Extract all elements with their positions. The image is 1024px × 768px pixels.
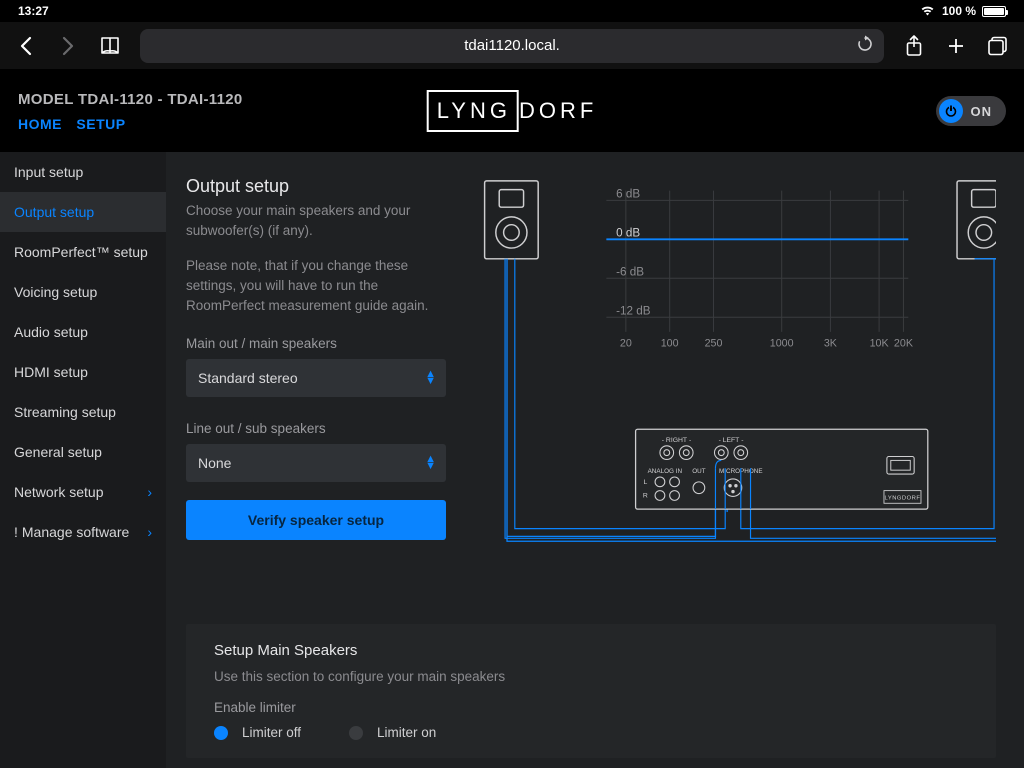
line-out-value: None: [198, 455, 231, 471]
main-out-label: Main out / main speakers: [186, 336, 446, 351]
status-bar: 13:27 100 %: [0, 0, 1024, 22]
sidebar-item-roomperfect-setup[interactable]: RoomPerfect™ setup: [0, 232, 166, 272]
reload-icon[interactable]: [856, 35, 874, 57]
svg-text:20K: 20K: [894, 337, 914, 349]
svg-text:1000: 1000: [770, 337, 794, 349]
line-out-select[interactable]: None ▲▼: [186, 444, 446, 482]
svg-text:- LEFT -: - LEFT -: [719, 437, 744, 444]
svg-text:-12 dB: -12 dB: [616, 304, 651, 317]
limiter-on-radio[interactable]: Limiter on: [349, 725, 436, 740]
amplifier-icon: - RIGHT - - LEFT - ANALOG IN OUT MICROPH…: [636, 429, 928, 509]
svg-text:6 dB: 6 dB: [616, 187, 640, 200]
sidebar: Input setup Output setup RoomPerfect™ se…: [0, 152, 166, 768]
radio-dot-icon: [349, 726, 363, 740]
line-out-label: Line out / sub speakers: [186, 421, 446, 436]
svg-text:ANALOG IN: ANALOG IN: [648, 468, 683, 475]
breadcrumb: HOME SETUP: [18, 116, 243, 132]
svg-text:0 dB: 0 dB: [616, 226, 640, 239]
app-header: MODEL TDAI-1120 - TDAI-1120 HOME SETUP L…: [0, 70, 1024, 152]
battery-icon: [982, 6, 1006, 17]
main-out-value: Standard stereo: [198, 370, 298, 386]
new-tab-button[interactable]: [944, 34, 968, 58]
stepper-icon: ▲▼: [425, 456, 436, 470]
right-speaker-icon: [957, 181, 996, 259]
sidebar-item-input-setup[interactable]: Input setup: [0, 152, 166, 192]
svg-text:R: R: [643, 492, 648, 499]
svg-text:L: L: [643, 479, 647, 486]
main-out-select[interactable]: Standard stereo ▲▼: [186, 359, 446, 397]
sidebar-item-streaming-setup[interactable]: Streaming setup: [0, 392, 166, 432]
wifi-icon: [919, 4, 936, 19]
sidebar-item-hdmi-setup[interactable]: HDMI setup: [0, 352, 166, 392]
svg-text:10K: 10K: [870, 337, 890, 349]
svg-text:LYNGDORF: LYNGDORF: [885, 495, 921, 501]
power-label: ON: [971, 104, 993, 119]
bookmarks-button[interactable]: [98, 34, 122, 58]
svg-text:-6 dB: -6 dB: [616, 265, 644, 278]
sidebar-item-general-setup[interactable]: General setup: [0, 432, 166, 472]
svg-text:OUT: OUT: [692, 468, 705, 475]
sidebar-item-manage-software[interactable]: !Manage software›: [0, 512, 166, 552]
left-speaker-icon: [485, 181, 539, 259]
crumb-home[interactable]: HOME: [18, 116, 62, 132]
crumb-setup[interactable]: SETUP: [76, 116, 125, 132]
radio-dot-icon: [214, 726, 228, 740]
svg-text:- RIGHT -: - RIGHT -: [662, 437, 691, 444]
sidebar-item-output-setup[interactable]: Output setup: [0, 192, 166, 232]
address-bar[interactable]: tdai1120.local.: [140, 29, 884, 63]
sidebar-item-audio-setup[interactable]: Audio setup: [0, 312, 166, 352]
svg-text:100: 100: [661, 337, 679, 349]
brand-logo: LYNGDORF: [427, 90, 598, 132]
browser-toolbar: tdai1120.local.: [0, 22, 1024, 70]
chevron-right-icon: ›: [147, 484, 152, 500]
section-desc-1: Choose your main speakers and your subwo…: [186, 201, 446, 242]
chevron-right-icon: ›: [147, 524, 152, 540]
sidebar-item-voicing-setup[interactable]: Voicing setup: [0, 272, 166, 312]
svg-text:3K: 3K: [824, 337, 838, 349]
limiter-off-radio[interactable]: Limiter off: [214, 725, 301, 740]
section-title: Output setup: [186, 176, 446, 197]
status-time: 13:27: [18, 4, 49, 18]
power-icon: [939, 99, 963, 123]
forward-button[interactable]: [56, 34, 80, 58]
setup-main-speakers-card: Setup Main Speakers Use this section to …: [186, 624, 996, 758]
share-button[interactable]: [902, 34, 926, 58]
sidebar-item-network-setup[interactable]: Network setup›: [0, 472, 166, 512]
svg-text:20: 20: [620, 337, 632, 349]
verify-speaker-setup-button[interactable]: Verify speaker setup: [186, 500, 446, 540]
model-title: MODEL TDAI-1120 - TDAI-1120: [18, 91, 243, 108]
svg-text:250: 250: [705, 337, 723, 349]
back-button[interactable]: [14, 34, 38, 58]
card-desc: Use this section to configure your main …: [214, 669, 976, 684]
tabs-button[interactable]: [986, 34, 1010, 58]
power-toggle[interactable]: ON: [936, 96, 1007, 126]
section-desc-2: Please note, that if you change these se…: [186, 256, 446, 317]
limiter-label: Enable limiter: [214, 700, 976, 715]
card-title: Setup Main Speakers: [214, 642, 976, 659]
stepper-icon: ▲▼: [425, 371, 436, 385]
url-text: tdai1120.local.: [464, 37, 560, 54]
status-battery-pct: 100 %: [942, 4, 976, 18]
